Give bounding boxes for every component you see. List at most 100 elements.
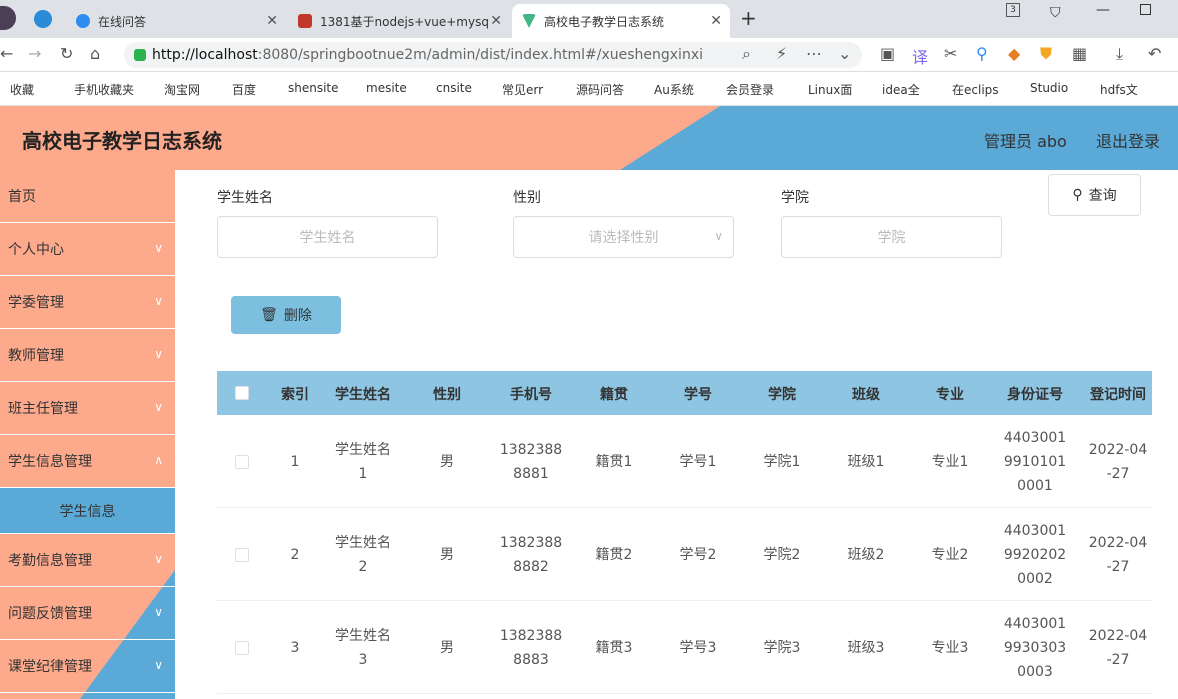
chevron-down-icon: ∨ bbox=[154, 400, 163, 414]
search-extension-icon[interactable]: ⚲ bbox=[976, 44, 988, 63]
row-checkbox[interactable] bbox=[235, 641, 249, 655]
cell-idcard-line: 9930303 bbox=[1003, 640, 1067, 656]
name-filter-input[interactable]: 学生姓名 bbox=[217, 216, 438, 258]
select-all-checkbox[interactable] bbox=[235, 386, 249, 400]
home-icon[interactable]: ⌂ bbox=[90, 44, 100, 63]
cell-date: 2022-04 -27 bbox=[1085, 438, 1151, 486]
back-icon[interactable]: ← bbox=[0, 44, 13, 63]
column-header: 学生姓名 bbox=[335, 387, 391, 403]
cell-date-line: -27 bbox=[1106, 652, 1130, 668]
extension-icon[interactable]: ▣ bbox=[880, 44, 895, 63]
bookmark-item[interactable]: 收藏 bbox=[10, 81, 34, 98]
download-icon[interactable]: ⤓ bbox=[1116, 44, 1123, 64]
shield-icon[interactable]: ⛊ bbox=[1040, 44, 1052, 64]
college-filter-input[interactable]: 学院 bbox=[781, 216, 1002, 258]
cell-date: 2022-04 -27 bbox=[1085, 531, 1151, 579]
chevron-down-icon[interactable]: ⌄ bbox=[838, 44, 851, 63]
sidebar-item-home[interactable]: 首页 bbox=[0, 170, 175, 223]
bookmark-item[interactable]: 百度 bbox=[232, 81, 256, 98]
browser-tab-3[interactable]: 高校电子教学日志系统 ✕ bbox=[512, 4, 730, 38]
bookmark-item[interactable]: 手机收藏夹 bbox=[74, 81, 134, 98]
main-content: 学生姓名 学生姓名 性别 请选择性别 ∨ 学院 学院 ⚲ 查询 🗑 删除 索引 … bbox=[175, 170, 1178, 699]
sidebar-item-attendance[interactable]: 考勤信息管理 ∨ bbox=[0, 534, 175, 587]
cell-college: 学院1 bbox=[763, 454, 801, 470]
row-checkbox[interactable] bbox=[235, 455, 249, 469]
url-input[interactable]: http://localhost:8080/springbootnue2m/ad… bbox=[124, 42, 862, 68]
sidebar-item-discipline[interactable]: 课堂纪律管理 ∨ bbox=[0, 640, 175, 693]
tab-favicon-icon bbox=[76, 14, 90, 28]
column-header: 索引 bbox=[281, 387, 309, 403]
telegram-icon[interactable] bbox=[34, 10, 52, 28]
lightning-icon[interactable]: ⚡ bbox=[776, 44, 787, 63]
sidebar-item-monitors[interactable]: 学委管理 ∨ bbox=[0, 276, 175, 329]
cell-idcard-line: 9920202 bbox=[1003, 547, 1067, 563]
secure-site-icon bbox=[134, 49, 146, 61]
more-icon[interactable]: ⋯ bbox=[806, 44, 822, 63]
table-row: 3 学生姓名 3 男 1382388 8883 籍贯3 学号3 学院3 班级3 专业… bbox=[217, 601, 1152, 694]
close-tab-icon[interactable]: ✕ bbox=[266, 13, 278, 29]
minimize-icon[interactable]: — bbox=[1096, 2, 1110, 18]
browser-tab-2[interactable]: 1381基于nodejs+vue+mysq ✕ bbox=[288, 4, 510, 38]
translate-icon[interactable]: 译 bbox=[912, 44, 928, 68]
tab-count-badge[interactable]: 3 bbox=[1006, 3, 1020, 17]
cell-major: 专业1 bbox=[931, 454, 969, 470]
reload-icon[interactable]: ↻ bbox=[60, 44, 73, 63]
cell-student-id: 学号1 bbox=[679, 454, 717, 470]
bookmark-item[interactable]: cnsite bbox=[436, 81, 472, 95]
forward-icon[interactable]: → bbox=[28, 44, 41, 63]
close-tab-icon[interactable]: ✕ bbox=[710, 13, 722, 29]
query-button[interactable]: ⚲ 查询 bbox=[1048, 174, 1141, 216]
game-icon[interactable]: ◆ bbox=[1008, 44, 1020, 63]
bookmark-item[interactable]: shensite bbox=[288, 81, 339, 95]
delete-button[interactable]: 🗑 删除 bbox=[231, 296, 341, 334]
zoom-icon[interactable]: ⌕ bbox=[742, 44, 751, 64]
cell-name-line: 学生姓名 bbox=[335, 442, 391, 458]
undo-icon[interactable]: ↶ bbox=[1148, 44, 1161, 63]
query-button-label: 查询 bbox=[1088, 188, 1117, 204]
logout-button[interactable]: 退出登录 bbox=[1096, 128, 1160, 152]
scissors-icon[interactable]: ✂ bbox=[944, 44, 957, 63]
sidebar-item-profile[interactable]: 个人中心 ∨ bbox=[0, 223, 175, 276]
bookmark-item[interactable]: 源码问答 bbox=[576, 81, 624, 98]
row-checkbox[interactable] bbox=[235, 548, 249, 562]
profile-avatar[interactable] bbox=[0, 6, 16, 30]
chevron-down-icon: ∨ bbox=[154, 552, 163, 566]
cell-origin: 籍贯1 bbox=[595, 454, 633, 470]
gender-filter-select[interactable]: 请选择性别 ∨ bbox=[513, 216, 734, 258]
new-tab-button[interactable]: + bbox=[740, 6, 757, 30]
sidebar-item-student-info-mgmt[interactable]: 学生信息管理 ∧ bbox=[0, 435, 175, 488]
cell-gender: 男 bbox=[440, 547, 454, 563]
extension-shirt-icon[interactable]: ⛉ bbox=[1050, 5, 1061, 21]
bookmark-item[interactable]: Au系统 bbox=[654, 81, 694, 98]
sidebar-item-teachers[interactable]: 教师管理 ∨ bbox=[0, 329, 175, 382]
bookmark-item[interactable]: 会员登录 bbox=[726, 81, 774, 98]
bookmark-item[interactable]: Linux面 bbox=[808, 81, 852, 98]
bookmark-item[interactable]: 在eclips bbox=[952, 81, 999, 98]
browser-tab-1[interactable]: 在线问答 ✕ bbox=[66, 4, 286, 38]
cell-name: 学生姓名 1 bbox=[329, 438, 397, 486]
maximize-icon[interactable] bbox=[1140, 4, 1151, 15]
sidebar-item-label: 班主任管理 bbox=[8, 401, 78, 417]
cell-origin: 籍贯2 bbox=[595, 547, 633, 563]
bookmark-item[interactable]: idea全 bbox=[882, 81, 920, 98]
delete-button-label: 删除 bbox=[283, 308, 312, 324]
bookmark-item[interactable]: mesite bbox=[366, 81, 407, 95]
sidebar-item-feedback[interactable]: 问题反馈管理 ∨ bbox=[0, 587, 175, 640]
chevron-down-icon: ∨ bbox=[154, 294, 163, 308]
cell-phone-line: 8882 bbox=[513, 559, 549, 575]
table-row: 1 学生姓名 1 男 1382388 8881 籍贯1 学号1 学院1 班级1 专业… bbox=[217, 415, 1152, 508]
name-filter-label: 学生姓名 bbox=[217, 190, 273, 206]
sidebar-item-label: 学生信息 bbox=[59, 503, 116, 520]
cell-origin: 籍贯3 bbox=[595, 640, 633, 656]
bookmark-item[interactable]: 常见err bbox=[502, 81, 543, 98]
cell-class: 班级2 bbox=[847, 547, 885, 563]
bookmark-item[interactable]: hdfs文 bbox=[1100, 81, 1138, 98]
bookmarks-bar: 收藏 手机收藏夹 淘宝网 百度 shensite mesite cnsite 常… bbox=[0, 72, 1178, 106]
sidebar-item-label: 学生信息管理 bbox=[8, 454, 92, 470]
sidebar-subitem-student-info[interactable]: 学生信息 bbox=[0, 488, 175, 534]
bookmark-item[interactable]: Studio bbox=[1030, 81, 1068, 95]
apps-grid-icon[interactable]: ▦ bbox=[1072, 44, 1087, 63]
bookmark-item[interactable]: 淘宝网 bbox=[164, 81, 200, 98]
sidebar-item-head-teachers[interactable]: 班主任管理 ∨ bbox=[0, 382, 175, 435]
close-tab-icon[interactable]: ✕ bbox=[490, 13, 502, 29]
